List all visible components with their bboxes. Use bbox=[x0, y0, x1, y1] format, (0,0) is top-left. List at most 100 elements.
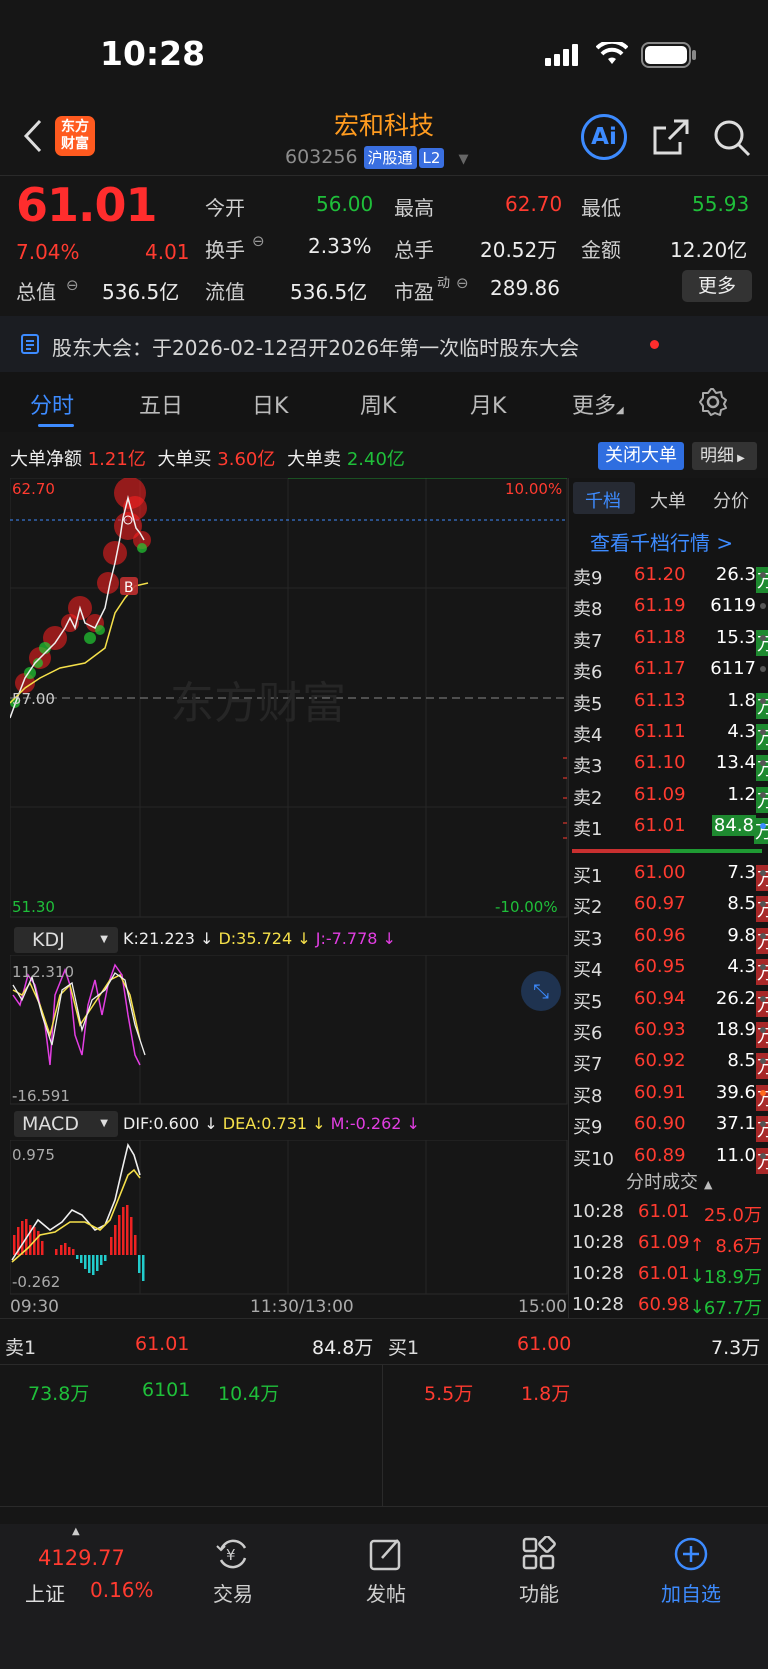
trade-price: 61.01 ↓ bbox=[638, 1263, 705, 1287]
level-label: 卖7 bbox=[573, 630, 603, 652]
time-start: 09:30 bbox=[10, 1297, 59, 1317]
ob-tab-bigorder[interactable]: 大单 bbox=[650, 487, 686, 513]
nav-add-watchlist[interactable]: 加自选 bbox=[641, 1578, 741, 1607]
level-price: 61.18 bbox=[634, 626, 686, 648]
low-label: 最低 bbox=[581, 196, 621, 220]
tab-monthly-k[interactable]: 月K bbox=[470, 388, 506, 420]
queue-buy-vol: 7.3万 bbox=[711, 1337, 761, 1359]
hgt-tag: 沪股通 bbox=[363, 146, 417, 169]
bid-row[interactable]: 买2 60.97 8.5 万 bbox=[570, 890, 768, 923]
level-label: 卖5 bbox=[573, 693, 603, 715]
ob-tab-qiandang[interactable]: 千档 bbox=[585, 487, 621, 513]
post-icon[interactable] bbox=[368, 1536, 404, 1572]
ask-row[interactable]: 卖8 61.19 6119 bbox=[570, 592, 768, 620]
level-dot bbox=[760, 729, 766, 735]
macd-chart[interactable]: 0.975 -0.262 bbox=[10, 1140, 568, 1295]
trades-title[interactable]: 分时成交 ▲ bbox=[626, 1168, 712, 1194]
level-price: 60.96 bbox=[634, 924, 686, 946]
ask-row[interactable]: 卖2 61.09 1.2 万 bbox=[570, 781, 768, 813]
nav-post[interactable]: 发帖 bbox=[336, 1578, 436, 1607]
index-change[interactable]: 0.16% bbox=[90, 1578, 154, 1602]
view-full-depth-link[interactable]: 查看千档行情 > bbox=[590, 527, 733, 556]
close-bigorder-button[interactable]: 关闭大单 bbox=[598, 442, 684, 470]
level-price: 61.01 bbox=[634, 815, 686, 837]
ask-row[interactable]: 卖1 61.01 84.8 万 bbox=[570, 812, 768, 845]
document-icon bbox=[20, 333, 42, 359]
ask-row[interactable]: 卖6 61.17 6117 bbox=[570, 655, 768, 683]
l2-tag: L2 bbox=[418, 148, 445, 168]
level-volume: 84.8 万 bbox=[711, 815, 768, 845]
bid-row[interactable]: 买9 60.90 37.1 万 bbox=[570, 1110, 768, 1143]
ask-row[interactable]: 卖5 61.13 1.8 万 bbox=[570, 687, 768, 719]
stock-code-line[interactable]: 603256 沪股通 L2 ▼ bbox=[285, 146, 469, 169]
level-volume: 1.8 万 bbox=[727, 690, 768, 719]
macd-bar-positive bbox=[37, 1231, 40, 1255]
ai-button[interactable]: Ai bbox=[581, 114, 627, 160]
add-watchlist-icon[interactable] bbox=[673, 1536, 709, 1572]
level-price: 61.20 bbox=[634, 564, 686, 585]
macd-selector[interactable]: MACD ▼ bbox=[14, 1111, 118, 1137]
level-volume: 8.5 万 bbox=[727, 1050, 768, 1080]
tab-5day[interactable]: 五日 bbox=[139, 388, 183, 420]
change-amount: 4.01 bbox=[145, 240, 190, 264]
info-icon[interactable]: ⊖ bbox=[252, 232, 265, 250]
level-volume: 13.4 万 bbox=[716, 752, 768, 782]
bid-row[interactable]: 买3 60.96 9.8 万 bbox=[570, 922, 768, 954]
queue-sell-item: 6101 bbox=[142, 1379, 191, 1401]
level-price: 61.19 bbox=[634, 595, 686, 617]
high-value: 62.70 bbox=[505, 192, 563, 216]
level-label: 卖6 bbox=[573, 662, 603, 684]
trade-icon[interactable]: ¥ bbox=[215, 1536, 251, 1572]
kdj-selector[interactable]: KDJ ▼ bbox=[14, 927, 118, 953]
detail-button[interactable]: 明细 ▶ bbox=[692, 442, 757, 470]
expand-icon[interactable]: ⤡ bbox=[521, 971, 561, 1011]
level-dot bbox=[760, 932, 766, 939]
ask-row[interactable]: 卖9 61.20 26.3 万 bbox=[570, 561, 768, 593]
ask-row[interactable]: 卖3 61.10 13.4 万 bbox=[570, 749, 768, 782]
intraday-chart[interactable]: 东方财富 B 62.70 57.00 51.30 10.00% -10.00% bbox=[10, 478, 568, 918]
ask-row[interactable]: 卖7 61.18 15.3 万 bbox=[570, 624, 768, 656]
level-dot bbox=[760, 995, 766, 1002]
kdj-chart[interactable]: 112.310 -16.591 bbox=[10, 955, 568, 1105]
bid-row[interactable]: 买10 60.89 11.0 万 bbox=[570, 1142, 768, 1174]
queue-buy-price: 61.00 bbox=[517, 1333, 572, 1355]
tab-underline bbox=[38, 424, 74, 427]
bid-row[interactable]: 买8 60.91 39.6 万 bbox=[570, 1079, 768, 1111]
tab-daily-k[interactable]: 日K bbox=[252, 388, 288, 420]
queue-sell-vol: 84.8万 bbox=[312, 1337, 374, 1359]
tab-intraday[interactable]: 分时 bbox=[30, 388, 74, 420]
level-label: 买3 bbox=[573, 928, 603, 950]
chevron-up-icon[interactable]: ▲ bbox=[72, 1526, 80, 1537]
y-axis-top: 62.70 bbox=[12, 480, 55, 498]
level-price: 60.94 bbox=[634, 987, 686, 1009]
index-value[interactable]: 4129.77 bbox=[38, 1546, 125, 1570]
level-dot bbox=[760, 603, 766, 610]
unread-dot bbox=[650, 340, 659, 349]
battery-icon bbox=[641, 42, 697, 72]
info-icon[interactable]: ⊖ bbox=[456, 274, 469, 292]
more-button[interactable]: 更多 bbox=[682, 270, 752, 302]
bid-row[interactable]: 买6 60.93 18.9 万 bbox=[570, 1016, 768, 1048]
settings-icon[interactable] bbox=[698, 387, 728, 421]
nav-function[interactable]: 功能 bbox=[489, 1578, 589, 1607]
bid-row[interactable]: 买7 60.92 8.5 万 bbox=[570, 1047, 768, 1080]
volume-label: 总手 bbox=[394, 238, 434, 262]
level-label: 买4 bbox=[573, 960, 603, 982]
ask-row[interactable]: 卖4 61.11 4.3 万 bbox=[570, 718, 768, 750]
share-icon[interactable] bbox=[652, 118, 690, 160]
macd-bar-negative bbox=[84, 1255, 87, 1269]
bid-row[interactable]: 买4 60.95 4.3 万 bbox=[570, 953, 768, 986]
nav-trade[interactable]: 交易 bbox=[183, 1578, 283, 1607]
ob-tab-price[interactable]: 分价 bbox=[713, 487, 749, 513]
tab-more[interactable]: 更多◢ bbox=[572, 388, 624, 420]
trade-volume: 18.9万 bbox=[703, 1267, 762, 1288]
index-name[interactable]: 上证 bbox=[25, 1578, 65, 1607]
function-icon[interactable] bbox=[521, 1535, 557, 1572]
trade-row: 10:28 61.09 ↑ 8.6万 bbox=[570, 1229, 768, 1257]
search-icon[interactable] bbox=[712, 118, 752, 162]
bid-row[interactable]: 买5 60.94 26.2 万 bbox=[570, 985, 768, 1017]
tab-weekly-k[interactable]: 周K bbox=[360, 388, 396, 420]
info-icon[interactable]: ⊖ bbox=[66, 276, 79, 294]
macd-bar-positive bbox=[118, 1215, 121, 1255]
bid-row[interactable]: 买1 61.00 7.3 万 bbox=[570, 859, 768, 891]
